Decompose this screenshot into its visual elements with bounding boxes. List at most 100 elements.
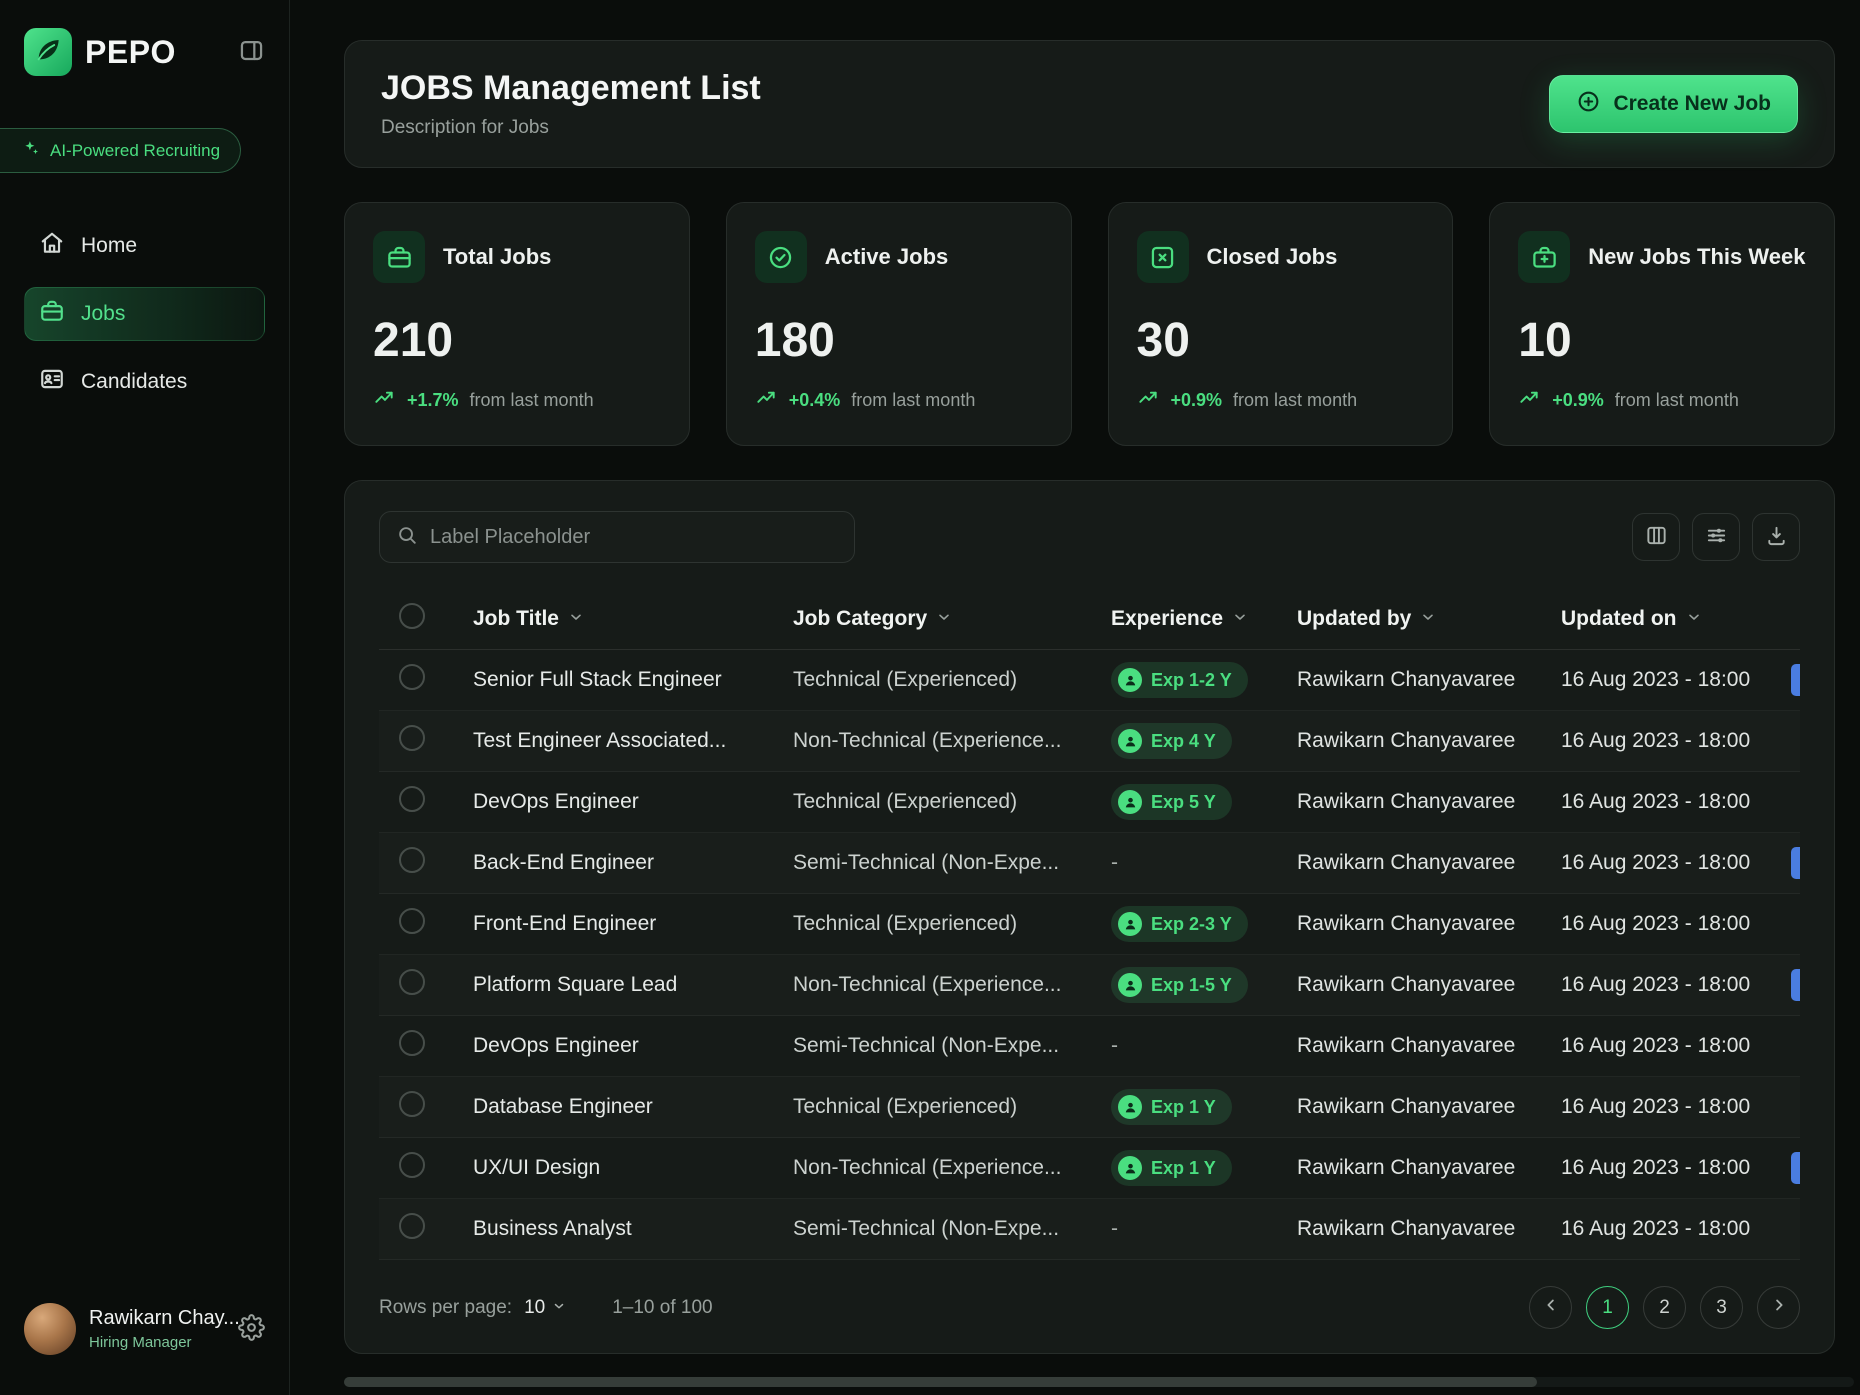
table-row[interactable]: Front-End Engineer Technical (Experience… [379, 894, 1800, 955]
filter-button[interactable] [1692, 513, 1740, 561]
job-category-cell: Semi-Technical (Non-Expe... [793, 1217, 1111, 1241]
page-button-3[interactable]: 3 [1700, 1286, 1743, 1329]
row-checkbox[interactable] [399, 969, 425, 995]
brand-name: PEPO [85, 34, 176, 71]
ai-recruiting-badge: AI-Powered Recruiting [0, 128, 241, 173]
column-header-experience[interactable]: Experience [1111, 607, 1297, 631]
sidebar-collapse-button[interactable] [238, 37, 265, 67]
experience-cell: Exp 1-2 Y [1111, 662, 1297, 698]
table-row[interactable]: Back-End Engineer Semi-Technical (Non-Ex… [379, 833, 1800, 894]
sidebar-item-home[interactable]: Home [24, 219, 265, 273]
updated-by-cell: Rawikarn Chanyavaree [1297, 1156, 1561, 1180]
select-all-checkbox[interactable] [399, 603, 425, 629]
table-row[interactable]: DevOps Engineer Semi-Technical (Non-Expe… [379, 1016, 1800, 1077]
table-row[interactable]: Senior Full Stack Engineer Technical (Ex… [379, 650, 1800, 711]
row-checkbox[interactable] [399, 1152, 425, 1178]
updated-on-cell: 16 Aug 2023 - 18:00 [1561, 1156, 1800, 1180]
job-category-cell: Technical (Experienced) [793, 790, 1111, 814]
row-checkbox[interactable] [399, 1030, 425, 1056]
previous-page-button[interactable] [1529, 1286, 1572, 1329]
experience-empty-value: - [1111, 851, 1118, 874]
download-button[interactable] [1752, 513, 1800, 561]
logo-row: PEPO [24, 28, 265, 76]
stat-card-total-jobs: Total Jobs 210 +1.7% from last month [344, 202, 690, 446]
updated-on-cell: 16 Aug 2023 - 18:00 [1561, 790, 1800, 814]
sidebar-item-label: Jobs [81, 302, 125, 326]
pepo-logo [24, 28, 72, 76]
rows-per-page-select[interactable]: 10 [524, 1297, 566, 1319]
updated-by-cell: Rawikarn Chanyavaree [1297, 729, 1561, 753]
row-checkbox[interactable] [399, 847, 425, 873]
gear-icon [238, 1329, 265, 1344]
table-row[interactable]: UX/UI Design Non-Technical (Experience..… [379, 1138, 1800, 1199]
experience-label: Exp 1 Y [1151, 1158, 1216, 1179]
experience-badge: Exp 2-3 Y [1111, 906, 1248, 942]
create-new-job-button[interactable]: Create New Job [1549, 75, 1798, 133]
columns-button[interactable] [1632, 513, 1680, 561]
updated-by-cell: Rawikarn Chanyavaree [1297, 851, 1561, 875]
person-icon [1118, 973, 1142, 997]
column-header-updated-on[interactable]: Updated on [1561, 607, 1800, 631]
experience-cell: Exp 2-3 Y [1111, 906, 1297, 942]
rows-per-page-value: 10 [524, 1297, 545, 1319]
sidebar-nav: Home Jobs Candidates [24, 219, 265, 409]
person-icon [1118, 668, 1142, 692]
job-title-cell: Platform Square Lead [473, 973, 793, 997]
chevron-down-icon [568, 607, 584, 631]
row-status-indicator [1791, 1152, 1800, 1184]
updated-by-cell: Rawikarn Chanyavaree [1297, 973, 1561, 997]
sliders-icon [1705, 524, 1728, 550]
stat-label: New Jobs This Week [1588, 244, 1805, 270]
table-row[interactable]: Database Engineer Technical (Experienced… [379, 1077, 1800, 1138]
next-page-button[interactable] [1757, 1286, 1800, 1329]
column-header-job-title[interactable]: Job Title [473, 607, 793, 631]
table-toolbar [379, 511, 1800, 563]
scrollbar-thumb[interactable] [344, 1377, 1537, 1387]
stats-row: Total Jobs 210 +1.7% from last month [344, 202, 1835, 446]
stat-delta: +1.7% [407, 390, 459, 411]
job-title-cell: Database Engineer [473, 1095, 793, 1119]
experience-empty-value: - [1111, 1034, 1118, 1057]
row-checkbox[interactable] [399, 1213, 425, 1239]
table-row[interactable]: Platform Square Lead Non-Technical (Expe… [379, 955, 1800, 1016]
id-card-icon [39, 366, 65, 398]
experience-label: Exp 1 Y [1151, 1097, 1216, 1118]
job-title-cell: Test Engineer Associated... [473, 729, 793, 753]
trend-up-icon [1137, 386, 1160, 414]
updated-on-cell: 16 Aug 2023 - 18:00 [1561, 1095, 1800, 1119]
row-checkbox[interactable] [399, 1091, 425, 1117]
updated-on-cell: 16 Aug 2023 - 18:00 [1561, 1217, 1800, 1241]
table-row[interactable]: Business Analyst Semi-Technical (Non-Exp… [379, 1199, 1800, 1260]
table-row[interactable]: Test Engineer Associated... Non-Technica… [379, 711, 1800, 772]
table-footer: Rows per page: 10 1–10 of 100 1 2 [379, 1260, 1800, 1329]
panel-collapse-icon [238, 37, 265, 67]
page-button-1[interactable]: 1 [1586, 1286, 1629, 1329]
page-button-2[interactable]: 2 [1643, 1286, 1686, 1329]
column-header-job-category[interactable]: Job Category [793, 607, 1111, 631]
sidebar: PEPO AI-Powered Recruiting Home [0, 0, 290, 1395]
page-header-text: JOBS Management List Description for Job… [381, 69, 761, 139]
search-input[interactable] [430, 526, 838, 549]
horizontal-scrollbar[interactable] [344, 1377, 1854, 1387]
settings-button[interactable] [238, 1314, 265, 1344]
sidebar-item-jobs[interactable]: Jobs [24, 287, 265, 341]
row-status-indicator [1791, 847, 1800, 879]
rows-per-page-label: Rows per page: [379, 1297, 512, 1319]
ai-badge-label: AI-Powered Recruiting [50, 141, 220, 161]
row-checkbox[interactable] [399, 664, 425, 690]
experience-badge: Exp 5 Y [1111, 784, 1232, 820]
stat-label: Closed Jobs [1207, 244, 1338, 270]
table-row[interactable]: DevOps Engineer Technical (Experienced) … [379, 772, 1800, 833]
row-checkbox[interactable] [399, 786, 425, 812]
user-profile[interactable]: Rawikarn Chay... Hiring Manager [24, 1303, 265, 1355]
row-checkbox[interactable] [399, 908, 425, 934]
sidebar-item-candidates[interactable]: Candidates [24, 355, 265, 409]
table-header-row: Job Title Job Category Experience Update… [379, 589, 1800, 650]
jobs-table-card: Job Title Job Category Experience Update… [344, 480, 1835, 1354]
chevron-down-icon [552, 1297, 566, 1319]
row-checkbox[interactable] [399, 725, 425, 751]
main-content: JOBS Management List Description for Job… [290, 0, 1860, 1395]
briefcase-plus-icon [1518, 231, 1570, 283]
page-header-card: JOBS Management List Description for Job… [344, 40, 1835, 168]
column-header-updated-by[interactable]: Updated by [1297, 607, 1561, 631]
